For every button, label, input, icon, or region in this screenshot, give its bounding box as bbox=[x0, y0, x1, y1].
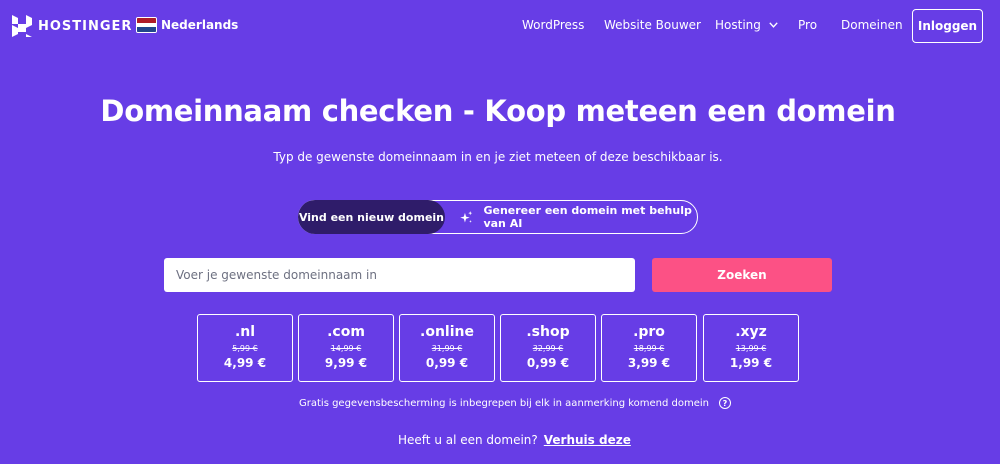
hostinger-logo-icon bbox=[12, 15, 32, 37]
nav-pro[interactable]: Pro bbox=[798, 18, 817, 32]
tld-price: 4,99 € bbox=[223, 356, 267, 370]
privacy-text: Gratis gegevensbescherming is inbegrepen… bbox=[299, 397, 709, 409]
nav-website-bouwer[interactable]: Website Bouwer bbox=[604, 18, 701, 32]
tab-generate-ai[interactable]: Genereer een domein met behulp van AI bbox=[459, 201, 697, 233]
page-subtitle: Typ de gewenste domeinnaam in en je ziet… bbox=[273, 150, 723, 164]
nav-hosting[interactable]: Hosting bbox=[715, 18, 778, 32]
tld-old-price: 13,99 € bbox=[735, 344, 767, 353]
tld-old-price: 14,99 € bbox=[330, 344, 362, 353]
transfer-question: Heeft u al een domein? bbox=[398, 433, 538, 447]
tld-name: .xyz bbox=[735, 324, 767, 340]
transfer-domain-line: Heeft u al een domein? Verhuis deze bbox=[398, 433, 631, 447]
tld-old-price: 31,99 € bbox=[431, 344, 463, 353]
tld-old-price: 18,99 € bbox=[633, 344, 665, 353]
tld-price: 1,99 € bbox=[729, 356, 773, 370]
tld-card-shop[interactable]: .shop 32,99 € 0,99 € bbox=[500, 314, 596, 382]
nav-domeinen[interactable]: Domeinen bbox=[841, 18, 903, 32]
tld-name: .com bbox=[327, 324, 365, 340]
search-mode-tabs: Vind een nieuw domein Genereer een domei… bbox=[298, 200, 698, 234]
tld-price: 3,99 € bbox=[627, 356, 671, 370]
nav-wordpress[interactable]: WordPress bbox=[522, 18, 584, 32]
logo-text: HOSTINGER bbox=[38, 18, 133, 34]
tld-card-nl[interactable]: .nl 5,99 € 4,99 € bbox=[197, 314, 293, 382]
netherlands-flag-icon bbox=[136, 17, 157, 33]
tld-price: 0,99 € bbox=[425, 356, 469, 370]
chevron-down-icon bbox=[769, 22, 778, 28]
tab-generate-ai-label: Genereer een domein met behulp van AI bbox=[483, 204, 692, 230]
transfer-domain-link[interactable]: Verhuis deze bbox=[544, 433, 631, 447]
sparkle-icon bbox=[460, 210, 473, 223]
tab-find-domain[interactable]: Vind een nieuw domein bbox=[298, 200, 445, 234]
tld-card-com[interactable]: .com 14,99 € 9,99 € bbox=[298, 314, 394, 382]
tld-price: 9,99 € bbox=[324, 356, 368, 370]
language-label: Nederlands bbox=[161, 18, 239, 32]
domain-search-input[interactable] bbox=[164, 258, 635, 292]
page-title: Domeinnaam checken - Koop meteen een dom… bbox=[100, 94, 896, 128]
tld-name: .online bbox=[420, 324, 474, 340]
tld-old-price: 5,99 € bbox=[232, 344, 258, 353]
search-button[interactable]: Zoeken bbox=[652, 258, 832, 292]
tld-card-online[interactable]: .online 31,99 € 0,99 € bbox=[399, 314, 495, 382]
tld-card-pro[interactable]: .pro 18,99 € 3,99 € bbox=[601, 314, 697, 382]
nav-hosting-label: Hosting bbox=[715, 18, 761, 32]
tld-name: .nl bbox=[234, 324, 256, 340]
top-navigation: HOSTINGER Nederlands WordPress Website B… bbox=[0, 0, 1000, 52]
tld-name: .pro bbox=[633, 324, 665, 340]
tld-name: .shop bbox=[526, 324, 570, 340]
login-button[interactable]: Inloggen bbox=[912, 9, 983, 43]
help-icon[interactable]: ? bbox=[719, 397, 731, 409]
language-selector[interactable]: Nederlands bbox=[136, 17, 238, 33]
tld-price: 0,99 € bbox=[526, 356, 570, 370]
privacy-notice: Gratis gegevensbescherming is inbegrepen… bbox=[299, 397, 731, 409]
tld-old-price: 32,99 € bbox=[532, 344, 564, 353]
hostinger-logo[interactable]: HOSTINGER bbox=[12, 15, 132, 37]
tld-card-xyz[interactable]: .xyz 13,99 € 1,99 € bbox=[703, 314, 799, 382]
